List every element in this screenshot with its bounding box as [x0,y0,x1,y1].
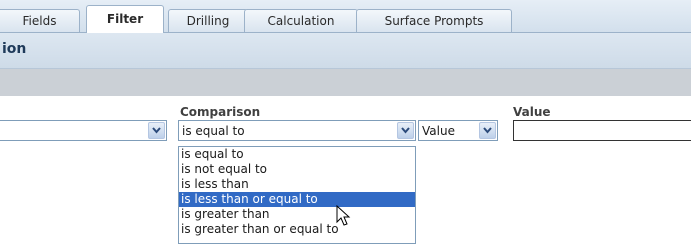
option-label: is equal to [181,147,244,161]
dropdown-option-not-equal[interactable]: is not equal to [179,162,415,177]
dropdown-option-less-than[interactable]: is less than [179,177,415,192]
dropdown-option-greater-equal[interactable]: is greater than or equal to [179,222,415,237]
dropdown-option-greater-than[interactable]: is greater than [179,207,415,222]
value-type-select[interactable]: Value [418,120,498,141]
tab-label: Calculation [267,14,335,28]
value-input[interactable] [513,120,691,141]
tab-label: Filter [106,12,144,26]
option-label: is not equal to [181,162,268,176]
section-title: ion [2,41,27,57]
toolbar-band [0,69,691,96]
comparison-label: Comparison [180,105,261,119]
comparison-dropdown-list[interactable]: is equal to is not equal to is less than… [178,146,416,244]
tab-drilling[interactable]: Drilling [168,9,248,32]
option-label: is less than or equal to [181,192,318,206]
tab-fields[interactable]: Fields [0,9,80,32]
section-header: ion [0,33,691,69]
dropdown-option-less-equal[interactable]: is less than or equal to [179,192,415,207]
field-select[interactable] [0,120,167,141]
option-label: is greater than [181,207,270,221]
tab-label: Surface Prompts [384,14,484,28]
chevron-down-icon[interactable] [148,122,165,139]
chevron-down-icon[interactable] [397,122,414,139]
tab-surface-prompts[interactable]: Surface Prompts [356,9,512,32]
mouse-pointer-icon [336,205,351,226]
tab-calculation[interactable]: Calculation [244,9,358,32]
option-label: is less than [181,177,249,191]
tab-label: Fields [22,14,57,28]
dropdown-option-equal[interactable]: is equal to [179,147,415,162]
option-label: is greater than or equal to [181,222,339,236]
value-label: Value [513,105,551,119]
tab-strip: Fields Filter Drilling Calculation Surfa… [0,0,691,33]
chevron-down-icon[interactable] [479,122,496,139]
comparison-select-value: is equal to [182,124,245,138]
tab-filter[interactable]: Filter [86,5,164,33]
comparison-select[interactable]: is equal to [178,120,416,141]
tab-label: Drilling [186,14,230,28]
value-type-select-value: Value [422,124,455,138]
